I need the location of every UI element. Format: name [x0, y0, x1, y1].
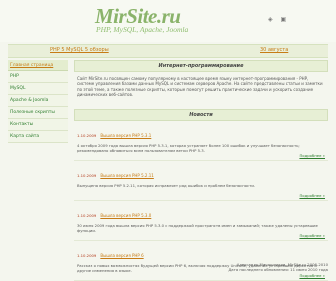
news-item: 1.10.2009 Вышла версия PHP 5.3.1 4 октяб… [74, 121, 328, 161]
news-date: 1.10.2009 [77, 133, 97, 138]
top-navigation-bar: PHP 5 MySQL 5 обзоры 30 августа [8, 44, 328, 58]
news-text: 4 октября 2009 года вышла версия PHP 5.3… [77, 143, 300, 153]
news-date: 1.10.2009 [77, 173, 97, 178]
header-tools: ◈ ▣ [268, 16, 292, 23]
mail-icon[interactable]: ▣ [281, 16, 287, 23]
news-title-link[interactable]: Вышла версия PHP 6 [100, 253, 143, 258]
news-title-link[interactable]: Вышла версия PHP 5.2.11 [100, 173, 154, 178]
print-icon[interactable]: ◈ [268, 16, 273, 23]
intro-text: Сайт MirSite.ru посвящен самому популярн… [77, 76, 323, 98]
news-more-link[interactable]: Подробнее » [77, 233, 325, 238]
news-text: 30 июня 2009 года вышла версия PHP 5.3.0… [77, 223, 318, 233]
section-title: Интернет-программирование [74, 60, 328, 72]
topbar-link-right[interactable]: 30 августа [260, 47, 288, 53]
news-date: 1.10.2009 [77, 253, 97, 258]
news-title-link[interactable]: Вышла версия PHP 5.3.1 [100, 133, 151, 138]
sidebar-item-scripts[interactable]: Полезные скрипты [8, 107, 68, 119]
sidebar-item-apache[interactable]: Apache & Joomla [8, 95, 68, 107]
sidebar-item-mysql[interactable]: MySQL [8, 83, 68, 95]
news-more-link[interactable]: Подробнее » [77, 273, 325, 278]
news-item: 1.10.2009 Вышла версия PHP 5.3.0 30 июня… [74, 201, 328, 241]
sidebar-item-php[interactable]: PHP [8, 71, 68, 83]
footer-updated: Дата последнего обновления: 11 июня 2010… [228, 267, 328, 272]
news-item: 1.10.2009 Вышла версия PHP 6 Рассказ о н… [74, 241, 328, 281]
sidebar-item-sitemap[interactable]: Карта сайта [8, 131, 68, 143]
main-content: Интернет-программирование Сайт MirSite.r… [74, 60, 328, 281]
news-title-link[interactable]: Вышла версия PHP 5.3.0 [100, 213, 151, 218]
sidebar-title[interactable]: Главная страница [8, 60, 68, 71]
page: MirSite.ru PHP, MySQL, Apache, Joomla ◈ … [0, 0, 336, 281]
topbar-link-left[interactable]: PHP 5 MySQL 5 обзоры [50, 47, 109, 53]
news-date: 1.10.2009 [77, 213, 97, 218]
news-more-link[interactable]: Подробнее » [77, 193, 325, 198]
sidebar: Главная страница PHP MySQL Apache & Joom… [8, 60, 68, 143]
news-heading: Новости [74, 109, 328, 121]
news-text: Выпущена версия PHP 5.2.11, которая испр… [77, 183, 255, 188]
sidebar-item-contacts[interactable]: Контакты [8, 119, 68, 131]
footer: Александр Мирошников. MirSite.ru 2006-20… [218, 262, 328, 272]
header: MirSite.ru PHP, MySQL, Apache, Joomla ◈ … [0, 0, 336, 42]
site-slogan: PHP, MySQL, Apache, Joomla [96, 25, 189, 34]
news-item: 1.10.2009 Вышла версия PHP 5.2.11 Выпуще… [74, 161, 328, 201]
news-more-link[interactable]: Подробнее » [77, 153, 325, 158]
